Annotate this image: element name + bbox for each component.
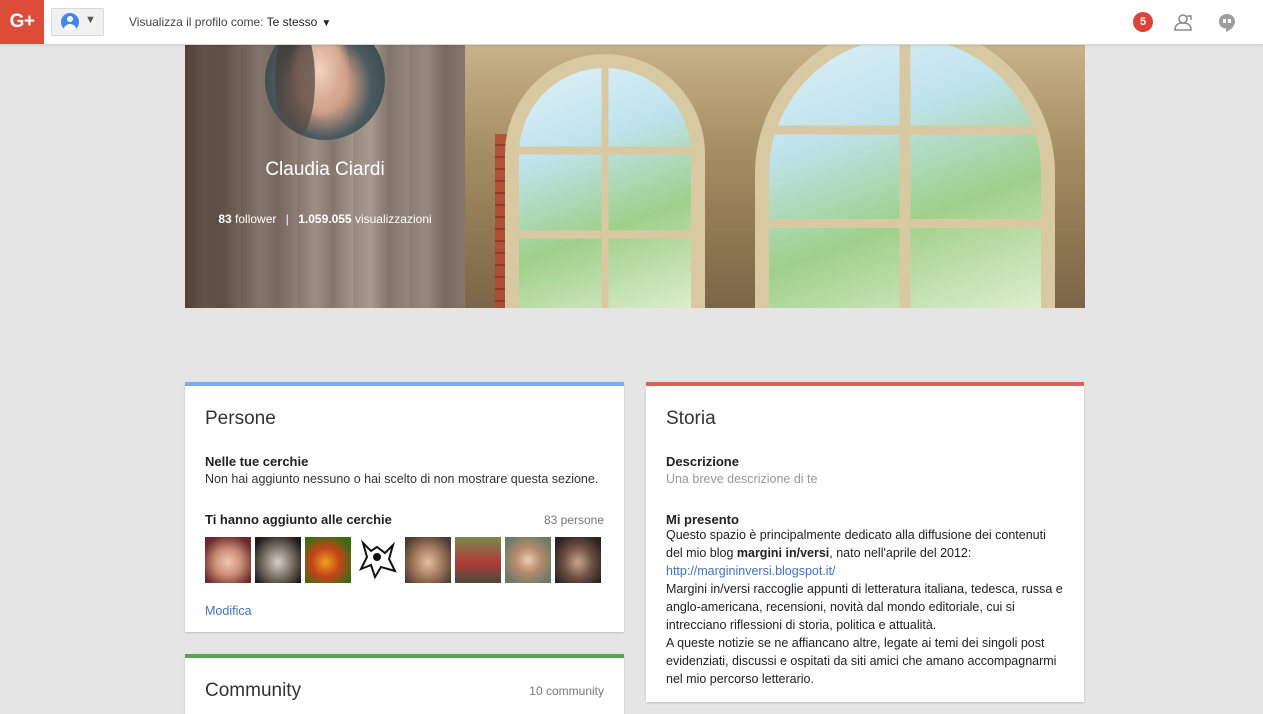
user-avatar-icon	[61, 13, 79, 31]
blog-description: Margini in/versi raccoglie appunti di le…	[666, 582, 1063, 632]
community-card: Community 10 community	[185, 654, 624, 714]
chevron-down-icon: ▼	[321, 18, 332, 29]
share-icon[interactable]	[1172, 13, 1194, 33]
hangouts-icon[interactable]	[1218, 13, 1236, 33]
profile-photo[interactable]	[265, 44, 385, 140]
google-plus-logo[interactable]: G+	[0, 0, 44, 44]
account-switcher-button[interactable]: ▼	[51, 8, 104, 36]
followers-label: follower	[235, 212, 277, 226]
avatar[interactable]	[455, 537, 501, 583]
edit-people-link[interactable]: Modifica	[205, 604, 252, 618]
avatar[interactable]	[355, 537, 401, 583]
cover-window-right	[755, 44, 1055, 308]
introduction-title: Mi presento	[666, 512, 739, 527]
story-card-title: Storia	[666, 408, 716, 429]
follower-avatars	[205, 537, 601, 583]
community-count: 10 community	[529, 684, 604, 698]
community-card-title: Community	[205, 680, 302, 701]
avatar[interactable]	[305, 537, 351, 583]
chevron-down-icon: ▼	[85, 14, 96, 26]
avatar[interactable]	[405, 537, 451, 583]
view-profile-as[interactable]: Visualizza il profilo come: Te stesso ▼	[129, 15, 331, 29]
intro-paragraph: Questo spazio è principalmente dedicato …	[666, 526, 1066, 562]
people-card-title: Persone	[205, 408, 276, 429]
notifications-badge[interactable]: 5	[1133, 12, 1153, 32]
cover-window-left	[505, 54, 705, 308]
profile-stats: 83 follower | 1.059.055 visualizzazioni	[185, 212, 465, 226]
description-placeholder[interactable]: Una breve descrizione di te	[666, 472, 817, 486]
added-to-circles-count: 83 persone	[543, 513, 604, 527]
profile-cover: Claudia Ciardi 83 follower | 1.059.055 v…	[185, 44, 1085, 308]
avatar[interactable]	[555, 537, 601, 583]
avatar[interactable]	[255, 537, 301, 583]
blog-link[interactable]: http://margininversi.blogspot.it/	[666, 564, 836, 578]
avatar[interactable]	[505, 537, 551, 583]
followers-count: 83	[218, 212, 232, 226]
view-as-value: Te stesso	[266, 15, 318, 29]
profile-info-panel: Claudia Ciardi 83 follower | 1.059.055 v…	[185, 44, 465, 308]
top-bar: G+ ▼ Visualizza il profilo come: Te stes…	[0, 0, 1263, 45]
avatar[interactable]	[205, 537, 251, 583]
story-card: Storia Descrizione Una breve descrizione…	[646, 382, 1084, 702]
introduction-text: Questo spazio è principalmente dedicato …	[666, 526, 1066, 688]
views-count: 1.059.055	[298, 212, 352, 226]
in-circles-text: Non hai aggiunto nessuno o hai scelto di…	[205, 472, 599, 486]
blog-name: margini in/versi	[736, 546, 830, 560]
people-card: Persone Nelle tue cerchie Non hai aggiun…	[185, 382, 624, 632]
intro-text-2: , nato nell'aprile del 2012:	[829, 546, 972, 560]
blog-partners: A queste notizie se ne affiancano altre,…	[666, 636, 1057, 686]
added-to-circles-title: Ti hanno aggiunto alle cerchie	[205, 512, 392, 527]
description-title: Descrizione	[666, 454, 739, 469]
sketch-avatar-icon	[358, 539, 397, 580]
profile-name: Claudia Ciardi	[265, 159, 385, 180]
cover-photo[interactable]	[465, 44, 1085, 308]
view-as-label: Visualizza il profilo come:	[129, 15, 264, 29]
in-circles-title: Nelle tue cerchie	[205, 454, 309, 469]
stats-separator: |	[285, 212, 289, 226]
views-label: visualizzazioni	[354, 212, 432, 226]
